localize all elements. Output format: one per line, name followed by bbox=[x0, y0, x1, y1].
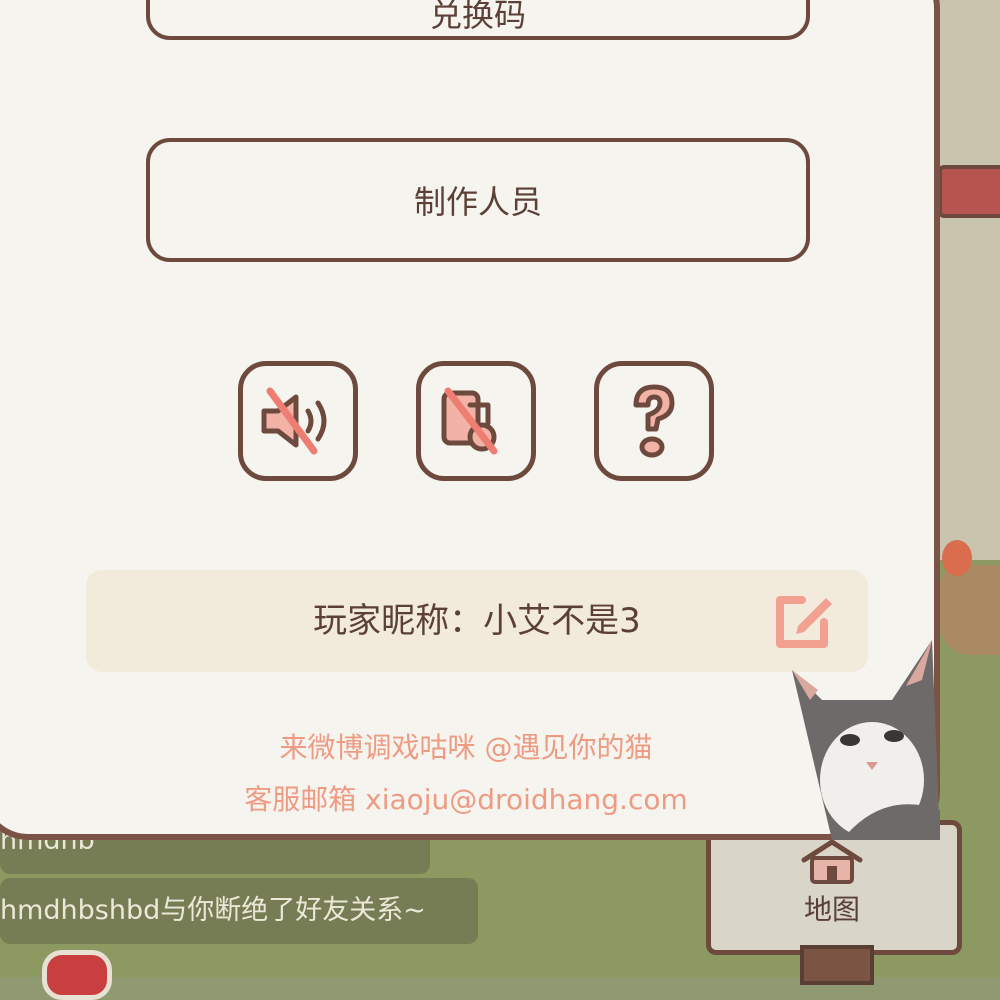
sound-toggle-button[interactable] bbox=[238, 361, 358, 481]
help-question-icon bbox=[633, 384, 675, 458]
redeem-code-button[interactable]: 兑换码 bbox=[146, 0, 810, 40]
background-roof bbox=[938, 165, 1000, 218]
chat-message: hmdhbshbd与你断绝了好友关系~ bbox=[0, 878, 478, 944]
sign-post bbox=[800, 945, 874, 985]
map-button-label: 地图 bbox=[803, 893, 860, 926]
music-muted-icon bbox=[441, 387, 498, 455]
redeem-code-label: 兑换码 bbox=[429, 0, 526, 34]
credits-button[interactable]: 制作人员 bbox=[146, 138, 810, 262]
background-decoration bbox=[42, 950, 112, 1000]
cat-image bbox=[792, 640, 940, 840]
background-wall bbox=[930, 0, 1000, 560]
house-icon bbox=[801, 839, 863, 884]
sound-muted-icon bbox=[261, 387, 327, 455]
background-fruit bbox=[942, 540, 972, 576]
nickname-text: 玩家昵称：小艾不是3 bbox=[313, 601, 641, 641]
nickname-bar: 玩家昵称：小艾不是3 bbox=[86, 570, 868, 672]
chat-message-text: hmdhbshbd与你断绝了好友关系~ bbox=[0, 895, 426, 926]
music-toggle-button[interactable] bbox=[416, 361, 536, 481]
credits-label: 制作人员 bbox=[413, 183, 542, 221]
help-button[interactable] bbox=[594, 361, 714, 481]
background-basket bbox=[940, 565, 1000, 655]
